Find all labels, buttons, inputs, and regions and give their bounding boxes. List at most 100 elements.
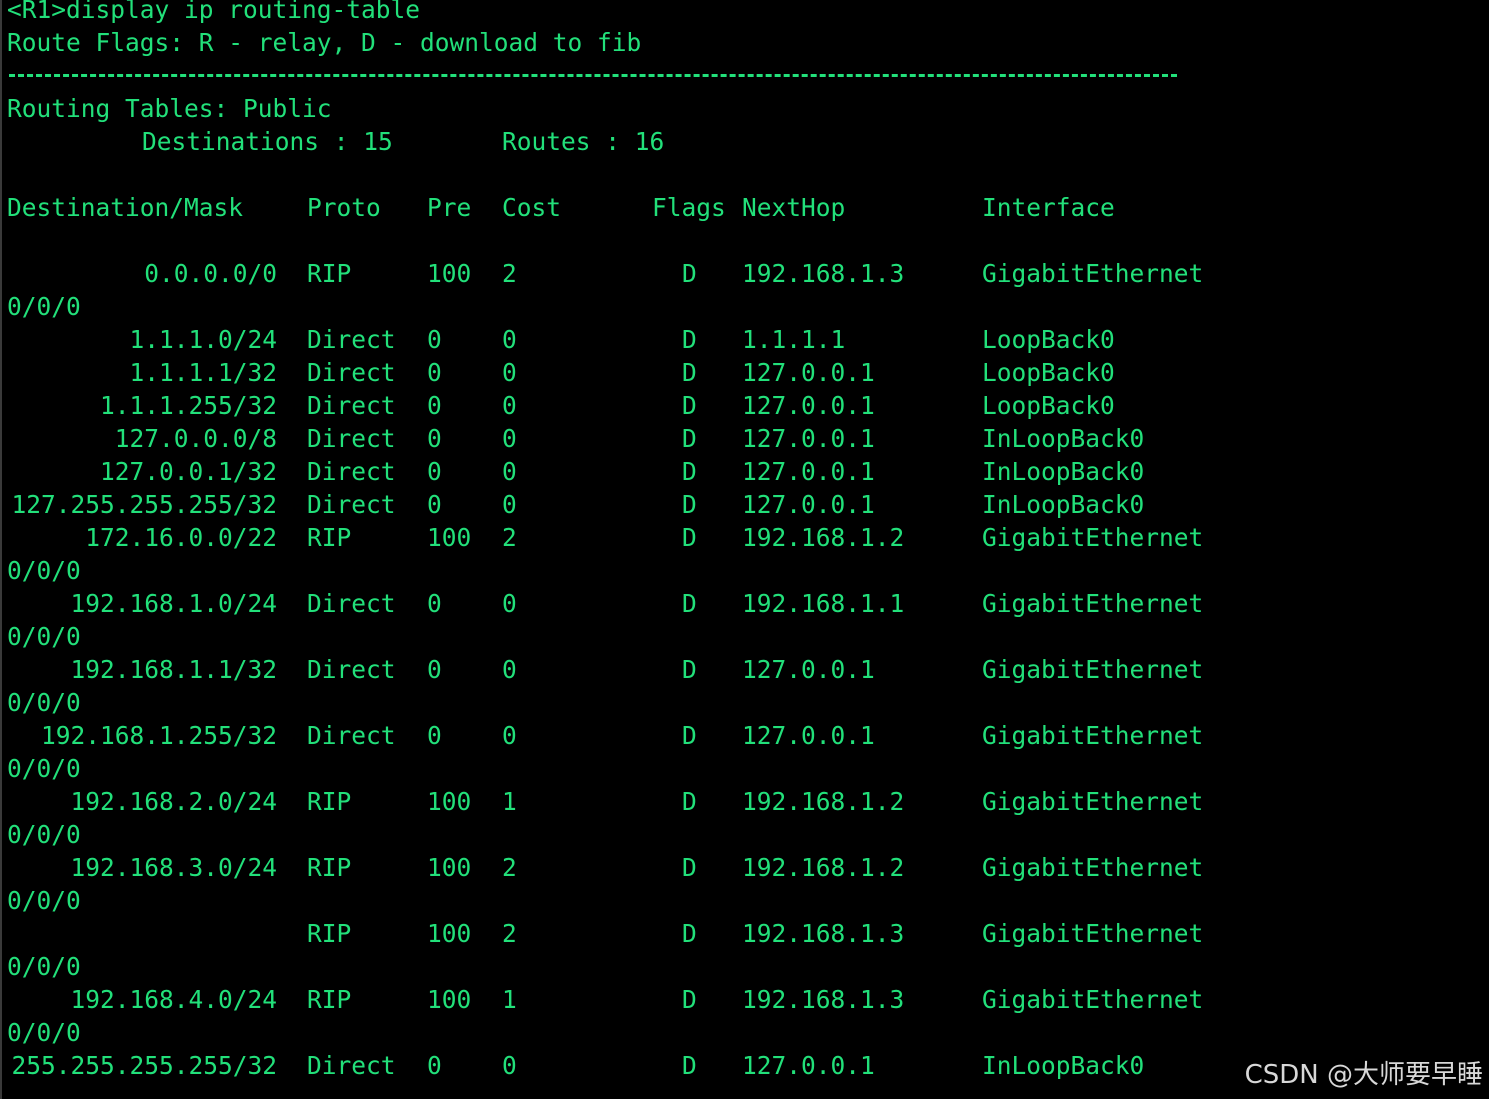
cell-pre: 0 bbox=[427, 655, 442, 684]
header-proto: Proto bbox=[307, 193, 381, 222]
cell-nexthop: 192.168.1.3 bbox=[742, 985, 905, 1014]
cell-interface: GigabitEthernet bbox=[982, 919, 1204, 948]
cell-nexthop: 192.168.1.2 bbox=[742, 523, 905, 552]
cell-interface: LoopBack0 bbox=[982, 391, 1115, 420]
cell-flags: D bbox=[682, 523, 697, 552]
cell-proto: Direct bbox=[307, 457, 396, 486]
cell-proto: Direct bbox=[307, 721, 396, 750]
cell-interface-continuation: 0/0/0 bbox=[7, 688, 81, 717]
cell-flags: D bbox=[682, 259, 697, 288]
watermark: CSDN @大师要早睡 bbox=[1244, 1060, 1483, 1090]
cell-pre: 100 bbox=[427, 853, 472, 882]
cell-cost: 2 bbox=[502, 853, 517, 882]
cell-nexthop: 127.0.0.1 bbox=[742, 655, 875, 684]
cell-flags: D bbox=[682, 985, 697, 1014]
cell-nexthop: 1.1.1.1 bbox=[742, 325, 846, 354]
cell-flags: D bbox=[682, 853, 697, 882]
cell-interface-continuation: 0/0/0 bbox=[7, 754, 81, 783]
cell-proto: RIP bbox=[307, 787, 352, 816]
cell-destination: 1.1.1.0/24 bbox=[129, 325, 277, 354]
cell-flags: D bbox=[682, 655, 697, 684]
cell-flags: D bbox=[682, 325, 697, 354]
cell-destination: 1.1.1.1/32 bbox=[129, 358, 277, 387]
cell-pre: 0 bbox=[427, 721, 442, 750]
header-flags: Flags bbox=[652, 193, 726, 222]
cell-interface: GigabitEthernet bbox=[982, 259, 1204, 288]
cell-flags: D bbox=[682, 589, 697, 618]
cell-interface-continuation: 0/0/0 bbox=[7, 952, 81, 981]
cell-pre: 0 bbox=[427, 490, 442, 519]
cell-proto: RIP bbox=[307, 919, 352, 948]
cell-interface-continuation: 0/0/0 bbox=[7, 886, 81, 915]
cell-interface: GigabitEthernet bbox=[982, 853, 1204, 882]
cell-interface: GigabitEthernet bbox=[982, 985, 1204, 1014]
cell-pre: 100 bbox=[427, 523, 472, 552]
destinations-count: Destinations : 15 bbox=[142, 127, 393, 156]
cell-proto: RIP bbox=[307, 985, 352, 1014]
cell-cost: 2 bbox=[502, 259, 517, 288]
cell-cost: 0 bbox=[502, 655, 517, 684]
cell-interface: GigabitEthernet bbox=[982, 523, 1204, 552]
cell-proto: Direct bbox=[307, 424, 396, 453]
header-destination: Destination/Mask bbox=[7, 193, 244, 222]
cell-destination: 0.0.0.0/0 bbox=[144, 259, 277, 288]
terminal-window[interactable]: <R1>display ip routing-table Route Flags… bbox=[0, 0, 1489, 1099]
cell-destination: 192.168.1.255/32 bbox=[40, 721, 277, 750]
cell-flags: D bbox=[682, 919, 697, 948]
table-title: Routing Tables: Public bbox=[7, 94, 332, 123]
cell-cost: 0 bbox=[502, 1051, 517, 1080]
cell-nexthop: 127.0.0.1 bbox=[742, 457, 875, 486]
cell-interface: GigabitEthernet bbox=[982, 787, 1204, 816]
cell-nexthop: 192.168.1.2 bbox=[742, 787, 905, 816]
cell-destination: 1.1.1.255/32 bbox=[99, 391, 277, 420]
cell-pre: 100 bbox=[427, 985, 472, 1014]
cell-interface: InLoopBack0 bbox=[982, 457, 1145, 486]
cell-nexthop: 192.168.1.1 bbox=[742, 589, 905, 618]
cell-proto: RIP bbox=[307, 523, 352, 552]
cell-cost: 1 bbox=[502, 985, 517, 1014]
cell-nexthop: 192.168.1.3 bbox=[742, 919, 905, 948]
cell-interface: InLoopBack0 bbox=[982, 424, 1145, 453]
separator-line bbox=[9, 74, 1177, 77]
cell-cost: 0 bbox=[502, 589, 517, 618]
cell-cost: 1 bbox=[502, 787, 517, 816]
cell-cost: 0 bbox=[502, 391, 517, 420]
cell-cost: 0 bbox=[502, 721, 517, 750]
cell-pre: 0 bbox=[427, 424, 442, 453]
cell-interface: LoopBack0 bbox=[982, 325, 1115, 354]
cell-pre: 0 bbox=[427, 358, 442, 387]
cell-destination: 192.168.1.0/24 bbox=[70, 589, 277, 618]
cell-pre: 100 bbox=[427, 919, 472, 948]
cell-interface-continuation: 0/0/0 bbox=[7, 556, 81, 585]
flags-legend: Route Flags: R - relay, D - download to … bbox=[7, 28, 642, 57]
cell-nexthop: 192.168.1.2 bbox=[742, 853, 905, 882]
cell-destination: 127.0.0.0/8 bbox=[114, 424, 277, 453]
cell-cost: 0 bbox=[502, 358, 517, 387]
command-line: <R1>display ip routing-table bbox=[7, 0, 421, 24]
cell-flags: D bbox=[682, 358, 697, 387]
cell-nexthop: 127.0.0.1 bbox=[742, 490, 875, 519]
cell-destination: 127.0.0.1/32 bbox=[99, 457, 277, 486]
cell-cost: 2 bbox=[502, 523, 517, 552]
cell-destination: 172.16.0.0/22 bbox=[85, 523, 277, 552]
cell-pre: 0 bbox=[427, 457, 442, 486]
cell-proto: Direct bbox=[307, 589, 396, 618]
cell-destination: 192.168.1.1/32 bbox=[70, 655, 277, 684]
cell-pre: 0 bbox=[427, 589, 442, 618]
cell-interface-continuation: 0/0/0 bbox=[7, 1018, 81, 1047]
cell-interface: InLoopBack0 bbox=[982, 490, 1145, 519]
cell-flags: D bbox=[682, 1051, 697, 1080]
cell-nexthop: 127.0.0.1 bbox=[742, 1051, 875, 1080]
cell-destination: 192.168.4.0/24 bbox=[70, 985, 277, 1014]
cell-interface: GigabitEthernet bbox=[982, 721, 1204, 750]
header-pre: Pre bbox=[427, 193, 472, 222]
cell-destination: 127.255.255.255/32 bbox=[11, 490, 277, 519]
cell-interface-continuation: 0/0/0 bbox=[7, 292, 81, 321]
cell-nexthop: 192.168.1.3 bbox=[742, 259, 905, 288]
cell-destination: 192.168.2.0/24 bbox=[70, 787, 277, 816]
cell-proto: Direct bbox=[307, 325, 396, 354]
cell-interface-continuation: 0/0/0 bbox=[7, 820, 81, 849]
cell-interface: GigabitEthernet bbox=[982, 655, 1204, 684]
cell-nexthop: 127.0.0.1 bbox=[742, 424, 875, 453]
cell-nexthop: 127.0.0.1 bbox=[742, 391, 875, 420]
